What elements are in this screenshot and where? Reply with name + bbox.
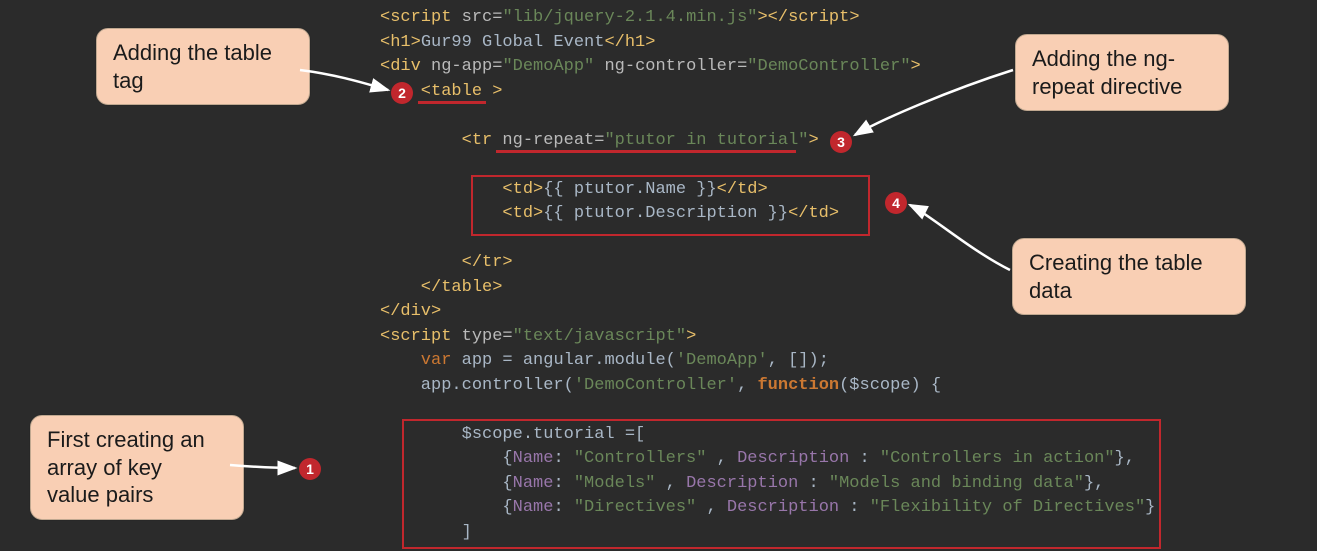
callout-table-data: Creating the tabledata xyxy=(1012,238,1246,315)
callout-array: First creating anarray of keyvalue pairs xyxy=(30,415,244,520)
marker-1: 1 xyxy=(299,458,321,480)
underline-ngrepeat xyxy=(496,150,796,153)
highlight-array-box xyxy=(402,419,1161,549)
marker-4: 4 xyxy=(885,192,907,214)
underline-table xyxy=(418,101,486,104)
marker-2: 2 xyxy=(391,82,413,104)
marker-3: 3 xyxy=(830,131,852,153)
callout-table-tag: Adding the tabletag xyxy=(96,28,310,105)
callout-ngrepeat: Adding the ng-repeat directive xyxy=(1015,34,1229,111)
highlight-td-box xyxy=(471,175,870,236)
